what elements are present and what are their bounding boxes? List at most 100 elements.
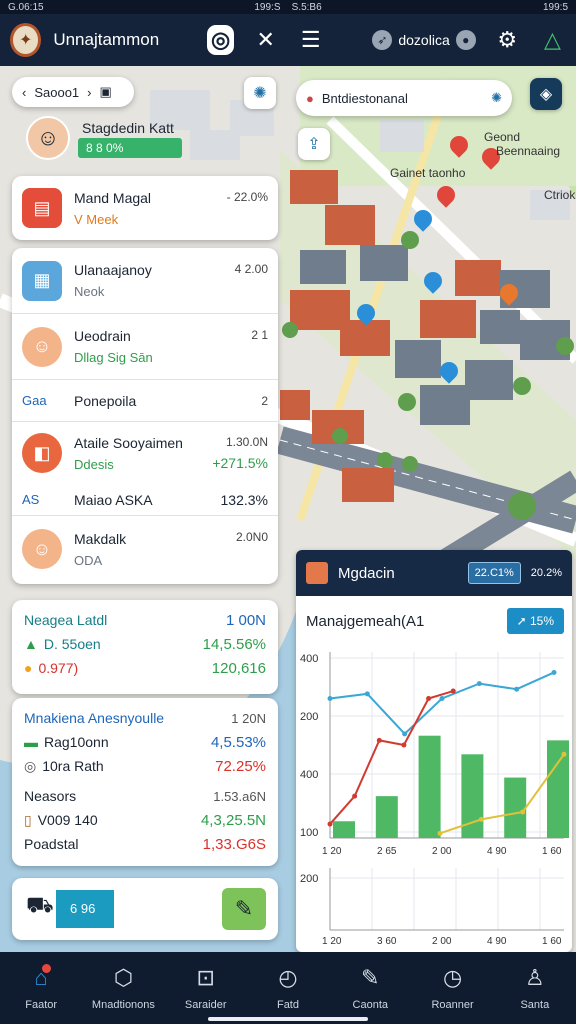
layers-button[interactable]: ◈ xyxy=(530,78,562,110)
metric-value: 4,5.53% xyxy=(210,733,266,751)
chart-header: Mgdacin 22.C1% 20.2% xyxy=(296,550,572,596)
profile-percent: 8 8 0% xyxy=(78,138,182,158)
chart-subheader: Manajgemeah(A1 ➚ 15% xyxy=(296,596,572,636)
series-point xyxy=(437,830,443,836)
metrics-card-2[interactable]: Mnakiena Anesnyoulle 1 20N ▬ Rag10onn 4,5.5… xyxy=(12,698,278,866)
alert-icon[interactable]: △ xyxy=(539,25,566,55)
list-item[interactable]: Gaa Ponepoila 2 xyxy=(12,380,278,422)
tab-pen[interactable]: ✎ Caonta xyxy=(329,952,411,1024)
location-toggle-icon: ● xyxy=(455,30,476,50)
close-icon[interactable]: ✕ xyxy=(252,25,279,55)
series-point xyxy=(551,669,557,675)
tab-label: Mnadtionons xyxy=(91,999,155,1011)
vehicle-card[interactable]: ⛟ 6 96 ✎ xyxy=(12,878,278,940)
tab-clock[interactable]: ◷ Roanner xyxy=(411,952,493,1024)
profile-badge[interactable]: ☺ 8 8 0% Stagdedin Katt xyxy=(26,116,182,160)
series-point xyxy=(439,696,445,701)
location-text: dozolica xyxy=(398,32,450,48)
y-tick-label: 100 xyxy=(300,827,318,839)
list-item-title: Ulanaajanoy xyxy=(74,262,152,278)
pen-icon: ✎ xyxy=(361,965,380,990)
status-bar: G.06:15 199:S S.5:B6 199:5 xyxy=(0,0,576,14)
locate-button[interactable]: ✺ xyxy=(244,77,276,109)
list-item-sub: V Meek xyxy=(74,211,119,227)
map-search-chip[interactable]: ‹ Saooo1 › ▣ xyxy=(12,77,134,107)
chevron-left-icon[interactable]: ‹ xyxy=(22,85,26,100)
tab-compass[interactable]: ◴ Fatd xyxy=(247,952,329,1024)
list-item[interactable]: ◧ Ataile Sooyaimen Ddesis 1.30.0N +271.5… xyxy=(12,422,278,484)
trend-icon: ➚ xyxy=(516,614,530,628)
chart-panel: Mgdacin 22.C1% 20.2% Manajgemeah(A1 ➚ 15… xyxy=(296,550,572,952)
list-item-title: Makdalk xyxy=(74,530,127,547)
bookmark-icon[interactable]: ▣ xyxy=(100,84,112,100)
list-item[interactable]: AS Maiao ASKA 132.3% xyxy=(12,484,278,516)
tab-home[interactable]: ⌂ Faator xyxy=(0,952,82,1024)
locate-icon[interactable]: ✺ xyxy=(491,90,502,106)
list-item-change: +271.5% xyxy=(212,455,268,471)
series-point xyxy=(478,816,484,822)
chart-badge[interactable]: ➚ 15% xyxy=(506,608,564,634)
list-card-top[interactable]: ▤ Mand Magal V Meek - 22.0% xyxy=(12,176,278,240)
bottom-tab-bar: ⌂ Faator ⬡ Mnadtionons ⊡ Saraider ◴ Fatd ✎ Caonta… xyxy=(0,952,576,1024)
list-item-value: 2 1 xyxy=(251,328,268,342)
list-item[interactable]: ☺ Ueodrain Dllag Sig Sān 2 1 xyxy=(12,314,278,380)
chevron-right-icon[interactable]: › xyxy=(87,85,91,100)
x-tick-label: 1 20 xyxy=(322,936,342,947)
map-label: Gainet taonho xyxy=(390,166,466,180)
list-item[interactable]: ☺ Makdalk ODA 2.0N0 xyxy=(12,516,278,582)
target-icon: ◎ xyxy=(24,757,37,774)
avatar-icon: ☺ xyxy=(22,326,62,367)
compass-icon: ◴ xyxy=(278,965,298,990)
list-item-value: 2 xyxy=(261,393,268,408)
chart-pill-2[interactable]: 20.2% xyxy=(531,567,562,579)
share-button[interactable]: ⇪ xyxy=(298,128,330,160)
x-tick-label: 2 00 xyxy=(432,846,452,857)
record-button[interactable]: ◎ xyxy=(206,25,235,55)
location-search-text: Bntdiestonanal xyxy=(321,90,408,106)
y-tick-label: 200 xyxy=(300,873,318,885)
series-point xyxy=(426,696,432,701)
menu-icon[interactable]: ☰ xyxy=(297,25,324,55)
x-tick-label: 3 60 xyxy=(377,936,397,947)
shield-logo-icon[interactable]: ✦ xyxy=(10,23,42,57)
chart-pill[interactable]: 22.C1% xyxy=(467,562,521,584)
y-tick-label: 400 xyxy=(300,653,318,665)
metric-label: ▯ V009 140 xyxy=(24,811,98,829)
metric-label: ▬ Rag10onn xyxy=(24,734,109,750)
list-item[interactable]: ▤ Mand Magal V Meek - 22.0% xyxy=(12,176,278,240)
bar xyxy=(375,796,398,838)
list-item-value: 132.3% xyxy=(220,491,268,508)
avatar-icon: ☺ xyxy=(22,529,62,569)
tab-inbox[interactable]: ⊡ Saraider xyxy=(165,952,247,1024)
map-label: Beennaaing xyxy=(496,144,561,158)
list-item-value: 2.0N0 xyxy=(235,530,268,544)
series-point xyxy=(561,751,567,757)
x-tick-label: 4 90 xyxy=(487,846,507,857)
tab-hexagon[interactable]: ⬡ Mnadtionons xyxy=(82,952,164,1024)
map-label: Geond xyxy=(484,130,521,144)
x-tick-label: 1 20 xyxy=(322,846,342,857)
series-point xyxy=(514,686,520,692)
location-chip[interactable]: ➶ dozolica ● xyxy=(372,30,476,50)
location-search[interactable]: ● Bntdiestonanal ✺ xyxy=(296,80,512,116)
truck-icon: ⛟ xyxy=(26,892,54,917)
x-tick-label: 1 60 xyxy=(542,846,562,857)
vehicle-value-bar: 6 96 xyxy=(56,890,114,928)
metrics-card-1[interactable]: Neagea Latdl 1 00N ▲ D. 55oen 14,5.56% ● 0.9… xyxy=(12,600,278,694)
gear-icon[interactable]: ⚙ xyxy=(494,25,521,55)
status-center: 199:S S.5:B6 xyxy=(254,1,322,13)
list-item[interactable]: ▦ Ulanaajanoy Neok 4 2.00 xyxy=(12,248,278,314)
metric-value: 1 00N xyxy=(225,611,266,629)
hexagon-icon: ⬡ xyxy=(113,965,134,990)
book-icon: ▤ xyxy=(22,188,62,228)
tab-label: Roanner xyxy=(431,999,474,1011)
tab-user[interactable]: ♙ Santa xyxy=(494,952,576,1024)
app-title: Unnajtammon xyxy=(53,30,160,49)
avatar: ☺ xyxy=(26,116,70,160)
metric-value: 1 20N xyxy=(231,710,266,726)
list-item-value: - 22.0% xyxy=(226,190,268,204)
metric-label: Mnakiena Anesnyoulle xyxy=(24,710,165,726)
list-item-sub: ODA xyxy=(74,552,103,568)
search-chip-label: Saooo1 xyxy=(34,84,80,100)
check-button[interactable]: ✎ xyxy=(222,888,266,930)
